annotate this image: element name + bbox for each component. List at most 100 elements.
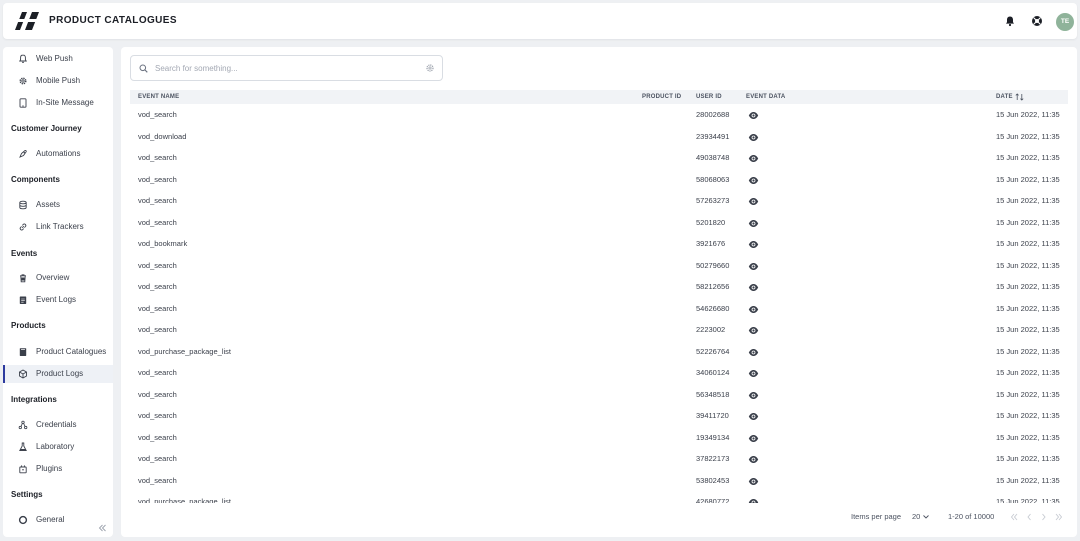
pagination-bar: Items per page 20 1-20 of 10000 [121, 509, 1077, 527]
first-page-icon[interactable] [1010, 513, 1018, 521]
date-cell: 15 Jun 2022, 11:35 [996, 131, 1060, 141]
table-header: EVENT NAME PRODUCT ID USER ID EVENT DATA… [130, 90, 1068, 104]
column-event-data[interactable]: EVENT DATA [746, 94, 785, 100]
search-icon [139, 64, 148, 73]
help-icon[interactable] [1031, 15, 1043, 27]
book-icon [19, 348, 27, 356]
table-row[interactable]: vod_search 37822173 15 Jun 2022, 11:35 [130, 449, 1068, 471]
table-row[interactable]: vod_search 5201820 15 Jun 2022, 11:35 [130, 213, 1068, 235]
column-event-name[interactable]: EVENT NAME [138, 94, 179, 100]
user-id-cell: 3921676 [696, 239, 726, 248]
table-row[interactable]: vod_download 23934491 15 Jun 2022, 11:35 [130, 127, 1068, 149]
date-cell: 15 Jun 2022, 11:35 [996, 432, 1060, 442]
eye-icon[interactable] [748, 369, 759, 378]
table-row[interactable]: vod_search 58212656 15 Jun 2022, 11:35 [130, 277, 1068, 299]
eye-icon[interactable] [748, 262, 759, 271]
table-row[interactable]: vod_search 28002688 15 Jun 2022, 11:35 [130, 105, 1068, 127]
eye-icon[interactable] [748, 305, 759, 314]
event-name-cell: vod_search [138, 282, 177, 291]
eye-icon[interactable] [748, 133, 759, 142]
sidebar-item-product-logs[interactable]: Product Logs [3, 365, 113, 383]
user-id-cell: 58068063 [696, 174, 730, 184]
user-id-cell: 23934491 [696, 131, 730, 141]
items-per-page-label: Items per page [851, 512, 902, 521]
table-row[interactable]: vod_purchase_package_list 52226764 15 Jun … [130, 342, 1068, 364]
sidebar-item-overview[interactable]: Overview [3, 269, 113, 287]
eye-icon[interactable] [748, 455, 759, 464]
sidebar-item-credentials[interactable]: Credentials [3, 416, 113, 434]
sidebar-item-in-site-message[interactable]: In-Site Message [3, 94, 113, 112]
table-row[interactable]: vod_search 39411720 15 Jun 2022, 11:35 [130, 406, 1068, 428]
event-name-cell: vod_search [138, 432, 177, 442]
filter-settings-icon[interactable] [425, 63, 435, 73]
search-input[interactable] [155, 61, 415, 75]
sidebar-item-event-logs[interactable]: Event Logs [3, 291, 113, 309]
table-row[interactable]: vod_search 56348518 15 Jun 2022, 11:35 [130, 385, 1068, 407]
event-name-cell: vod_purchase_package_list [138, 346, 231, 356]
sidebar-item-automations[interactable]: Automations [3, 145, 113, 163]
sidebar-item-link-trackers[interactable]: Link Trackers [3, 218, 113, 236]
eye-icon[interactable] [748, 326, 759, 335]
circle-icon [18, 515, 28, 525]
table-row[interactable]: vod_search 57263273 15 Jun 2022, 11:35 [130, 191, 1068, 213]
section-customer-journey: Customer Journey [11, 124, 82, 133]
last-page-icon[interactable] [1055, 513, 1063, 521]
user-id-cell: 19349134 [696, 432, 730, 442]
sidebar-item-web-push[interactable]: Web Push [3, 50, 113, 68]
prev-page-icon[interactable] [1025, 513, 1033, 521]
user-id-cell: 34060124 [696, 368, 730, 377]
column-date[interactable]: DATE [996, 94, 1013, 100]
table-row[interactable]: vod_search 54626680 15 Jun 2022, 11:35 [130, 299, 1068, 321]
date-cell: 15 Jun 2022, 11:35 [996, 282, 1060, 291]
collapse-sidebar-icon[interactable] [97, 523, 107, 533]
event-name-cell: vod_search [138, 217, 177, 227]
eye-icon[interactable] [748, 219, 759, 228]
next-page-icon[interactable] [1040, 513, 1048, 521]
eye-icon[interactable] [748, 348, 759, 357]
event-name-cell: vod_bookmark [138, 239, 188, 248]
column-product-id[interactable]: PRODUCT ID [642, 94, 681, 100]
date-cell: 15 Jun 2022, 11:35 [996, 196, 1060, 205]
table-row[interactable]: vod_purchase_package_list 42680772 15 Jun … [130, 492, 1068, 503]
link-icon [19, 223, 27, 231]
sidebar-item-product-catalogues[interactable]: Product Catalogues [3, 343, 113, 361]
eye-icon[interactable] [748, 498, 759, 503]
eye-icon[interactable] [748, 434, 759, 443]
bell-icon[interactable] [1004, 15, 1016, 27]
sort-icon[interactable] [1015, 93, 1024, 101]
eye-icon[interactable] [748, 176, 759, 185]
section-events: Events [11, 249, 38, 258]
sidebar-item-mobile-push[interactable]: Mobile Push [3, 72, 113, 90]
eye-icon[interactable] [748, 391, 759, 400]
event-name-cell: vod_search [138, 475, 177, 485]
user-avatar[interactable]: TE [1056, 13, 1074, 31]
table-row[interactable]: vod_search 58068063 15 Jun 2022, 11:35 [130, 170, 1068, 192]
flask-icon [19, 442, 27, 452]
user-id-cell: 42680772 [696, 497, 730, 503]
user-id-cell: 52226764 [696, 346, 730, 356]
table-row[interactable]: vod_bookmark 3921676 15 Jun 2022, 11:35 [130, 234, 1068, 256]
table-row[interactable]: vod_search 50279660 15 Jun 2022, 11:35 [130, 256, 1068, 278]
sidebar-item-laboratory[interactable]: Laboratory [3, 438, 113, 456]
eye-icon[interactable] [748, 240, 759, 249]
items-per-page-select[interactable]: 20 [910, 510, 932, 524]
table-row[interactable]: vod_search 2223002 15 Jun 2022, 11:35 [130, 320, 1068, 342]
eye-icon[interactable] [748, 477, 759, 486]
page-title: PRODUCT CATALOGUES [49, 15, 177, 26]
sidebar-item-assets[interactable]: Assets [3, 196, 113, 214]
sidebar-item-plugins[interactable]: Plugins [3, 460, 113, 478]
eye-icon[interactable] [748, 197, 759, 206]
table-row[interactable]: vod_search 53802453 15 Jun 2022, 11:35 [130, 471, 1068, 493]
column-user-id[interactable]: USER ID [696, 94, 722, 100]
logo-icon[interactable] [13, 10, 41, 32]
eye-icon[interactable] [748, 111, 759, 120]
date-cell: 15 Jun 2022, 11:35 [996, 303, 1060, 313]
table-row[interactable]: vod_search 19349134 15 Jun 2022, 11:35 [130, 428, 1068, 450]
date-cell: 15 Jun 2022, 11:35 [996, 368, 1060, 377]
eye-icon[interactable] [748, 154, 759, 163]
trash-icon [20, 274, 26, 283]
eye-icon[interactable] [748, 283, 759, 292]
eye-icon[interactable] [748, 412, 759, 421]
table-row[interactable]: vod_search 34060124 15 Jun 2022, 11:35 [130, 363, 1068, 385]
table-row[interactable]: vod_search 49038748 15 Jun 2022, 11:35 [130, 148, 1068, 170]
